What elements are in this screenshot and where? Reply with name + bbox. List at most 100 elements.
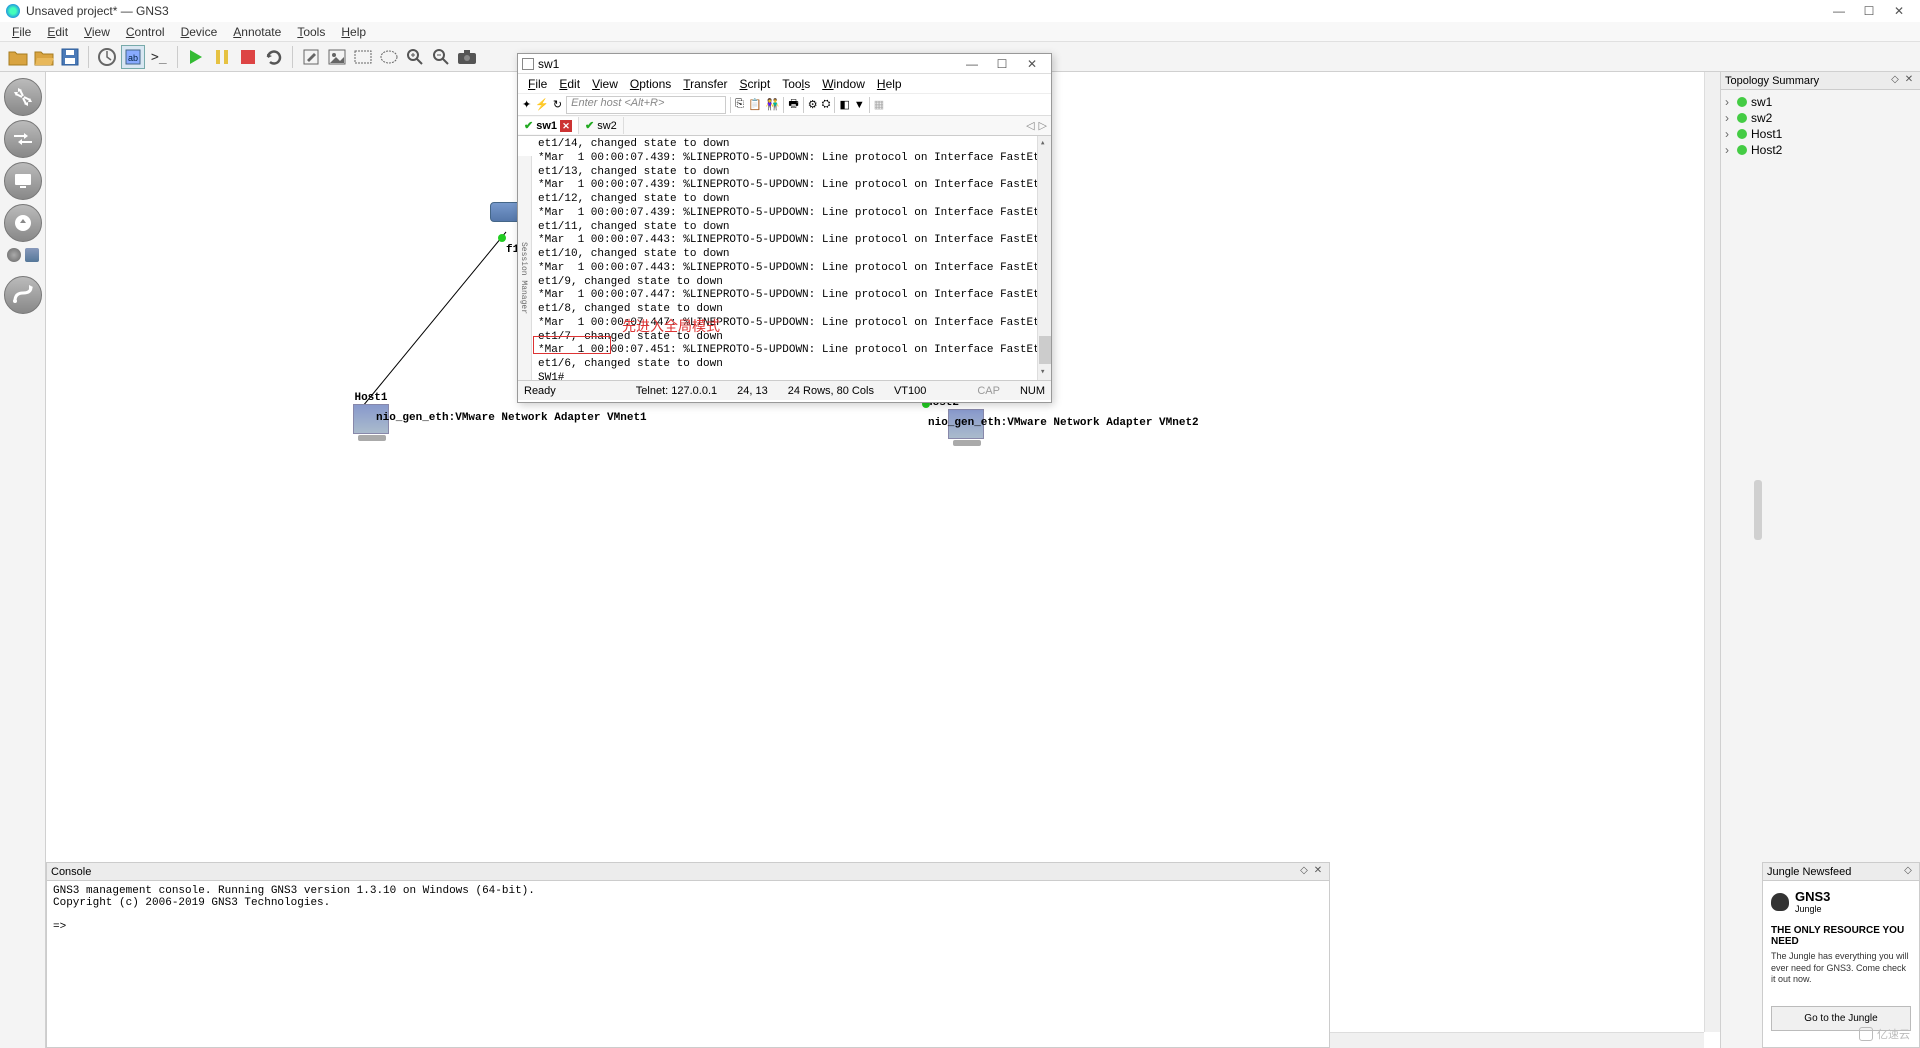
zoom-out-icon[interactable]	[429, 45, 453, 69]
status-dot-icon	[1737, 145, 1747, 155]
tree-item-sw1[interactable]: ›sw1	[1725, 94, 1916, 110]
tab-close-icon[interactable]: ✕	[560, 120, 572, 132]
find-icon[interactable]: 👫	[766, 98, 780, 111]
print-icon[interactable]: 🖶	[788, 95, 798, 114]
paste-icon[interactable]: 📋	[748, 98, 762, 111]
term-menu-script[interactable]: Script	[734, 77, 777, 91]
annotation-highlight-box	[533, 336, 611, 354]
newsfeed-heading: THE ONLY RESOURCE YOU NEED	[1771, 925, 1911, 947]
panel-close-icon[interactable]: ✕	[1902, 74, 1916, 88]
add-note-icon[interactable]	[299, 45, 323, 69]
host-input[interactable]: Enter host <Alt+R>	[566, 96, 726, 114]
close-button[interactable]: ✕	[1884, 1, 1914, 21]
menu-tools[interactable]: Tools	[289, 23, 333, 41]
term-menu-window[interactable]: Window	[816, 77, 871, 91]
zoom-in-icon[interactable]	[403, 45, 427, 69]
options-icon[interactable]: ⚙	[808, 98, 818, 111]
end-devices-icon[interactable]	[4, 162, 42, 200]
start-all-icon[interactable]	[184, 45, 208, 69]
menu-control[interactable]: Control	[118, 23, 173, 41]
browse-devices-icon[interactable]	[25, 248, 39, 262]
quick-connect-icon[interactable]: ✦	[522, 98, 531, 111]
page-scroll-indicator[interactable]	[1754, 480, 1762, 540]
stop-all-icon[interactable]	[236, 45, 260, 69]
term-menu-tools[interactable]: Tools	[776, 77, 816, 91]
console-output[interactable]: GNS3 management console. Running GNS3 ve…	[47, 881, 1329, 937]
maximize-button[interactable]: ☐	[1854, 1, 1884, 21]
menu-device[interactable]: Device	[173, 23, 226, 41]
switches-icon[interactable]	[4, 120, 42, 158]
minimize-button[interactable]: —	[1824, 1, 1854, 21]
status-size: 24 Rows, 80 Cols	[788, 385, 874, 397]
terminal-maximize-button[interactable]: ☐	[987, 54, 1017, 74]
draw-ellipse-icon[interactable]	[377, 45, 401, 69]
open-project-icon[interactable]	[32, 45, 56, 69]
terminal-title-bar[interactable]: sw1 — ☐ ✕	[518, 54, 1051, 74]
term-menu-edit[interactable]: Edit	[553, 77, 586, 91]
session-manager-tab[interactable]: Session Manager	[518, 156, 532, 380]
session-options-icon[interactable]: ⛭	[822, 98, 831, 111]
terminal-close-button[interactable]: ✕	[1017, 54, 1047, 74]
add-link-icon[interactable]	[4, 276, 42, 314]
reconnect-icon[interactable]: ⚡	[535, 98, 549, 111]
menu-edit[interactable]: Edit	[39, 23, 76, 41]
watermark-icon	[1859, 1027, 1873, 1041]
panel-undock-icon[interactable]: ◇	[1901, 865, 1915, 879]
term-menu-options[interactable]: Options	[624, 77, 677, 91]
device-toolbar	[0, 72, 46, 1048]
filter-icon[interactable]: ▼	[854, 99, 865, 111]
pause-all-icon[interactable]	[210, 45, 234, 69]
routers-icon[interactable]	[4, 78, 42, 116]
disconnect-icon[interactable]: ↻	[553, 98, 562, 111]
menu-view[interactable]: View	[76, 23, 118, 41]
host2-adapter-label: nio_gen_eth:VMware Network Adapter VMnet…	[928, 417, 1199, 429]
toggle-icon[interactable]: ◧	[839, 98, 849, 111]
tree-item-sw2[interactable]: ›sw2	[1725, 110, 1916, 126]
tree-item-host1[interactable]: ›Host1	[1725, 126, 1916, 142]
security-devices-icon[interactable]	[4, 204, 42, 242]
reload-all-icon[interactable]	[262, 45, 286, 69]
term-menu-transfer[interactable]: Transfer	[677, 77, 733, 91]
terminal-body[interactable]: Session Manager et1/14, changed state to…	[518, 136, 1051, 380]
panel-undock-icon[interactable]: ◇	[1297, 865, 1311, 879]
newsfeed-panel: Jungle Newsfeed ◇ GNS3 Jungle THE ONLY R…	[1762, 862, 1920, 1048]
copy-icon[interactable]: ⎘	[735, 98, 744, 111]
panel-undock-icon[interactable]: ◇	[1888, 74, 1902, 88]
panel-close-icon[interactable]: ✕	[1311, 865, 1325, 879]
term-menu-file[interactable]: File	[522, 77, 553, 91]
host1-adapter-label: nio_gen_eth:VMware Network Adapter VMnet…	[376, 412, 647, 424]
menu-help[interactable]: Help	[333, 23, 374, 41]
terminal-tab-sw2[interactable]: ✔ sw2	[579, 117, 624, 134]
terminal-window[interactable]: sw1 — ☐ ✕ File Edit View Options Transfe…	[517, 53, 1052, 403]
tree-item-host2[interactable]: ›Host2	[1725, 142, 1916, 158]
terminal-minimize-button[interactable]: —	[957, 54, 987, 74]
draw-rectangle-icon[interactable]	[351, 45, 375, 69]
terminal-title: sw1	[538, 57, 559, 71]
help-icon[interactable]: ▦	[874, 98, 884, 111]
tab-prev-icon[interactable]: ◁	[1026, 119, 1034, 132]
newsfeed-logo: GNS3 Jungle	[1771, 889, 1911, 915]
terminal-output: et1/14, changed state to down *Mar 1 00:…	[534, 136, 1051, 380]
canvas-scrollbar-vertical[interactable]	[1704, 72, 1720, 1032]
screenshot-icon[interactable]	[455, 45, 479, 69]
console-panel: Console ◇ ✕ GNS3 management console. Run…	[46, 862, 1330, 1048]
menu-annotate[interactable]: Annotate	[225, 23, 289, 41]
insert-picture-icon[interactable]	[325, 45, 349, 69]
show-interface-labels-icon[interactable]: ab	[121, 45, 145, 69]
new-project-icon[interactable]	[6, 45, 30, 69]
tab-next-icon[interactable]: ▷	[1039, 119, 1047, 132]
console-all-icon[interactable]: >_	[147, 45, 171, 69]
tab-label: sw1	[536, 120, 557, 132]
snapshot-icon[interactable]	[95, 45, 119, 69]
save-project-icon[interactable]	[58, 45, 82, 69]
console-header: Console ◇ ✕	[47, 863, 1329, 881]
term-menu-help[interactable]: Help	[871, 77, 908, 91]
term-menu-view[interactable]: View	[586, 77, 624, 91]
terminal-scrollbar[interactable]: ▴ ▾	[1037, 136, 1051, 380]
status-ready: Ready	[524, 385, 556, 397]
all-devices-icon[interactable]	[7, 248, 21, 262]
menu-file[interactable]: File	[4, 23, 39, 41]
terminal-menu-bar: File Edit View Options Transfer Script T…	[518, 74, 1051, 94]
svg-text:>_: >_	[151, 50, 167, 64]
terminal-tab-sw1[interactable]: ✔ sw1 ✕	[518, 117, 579, 134]
